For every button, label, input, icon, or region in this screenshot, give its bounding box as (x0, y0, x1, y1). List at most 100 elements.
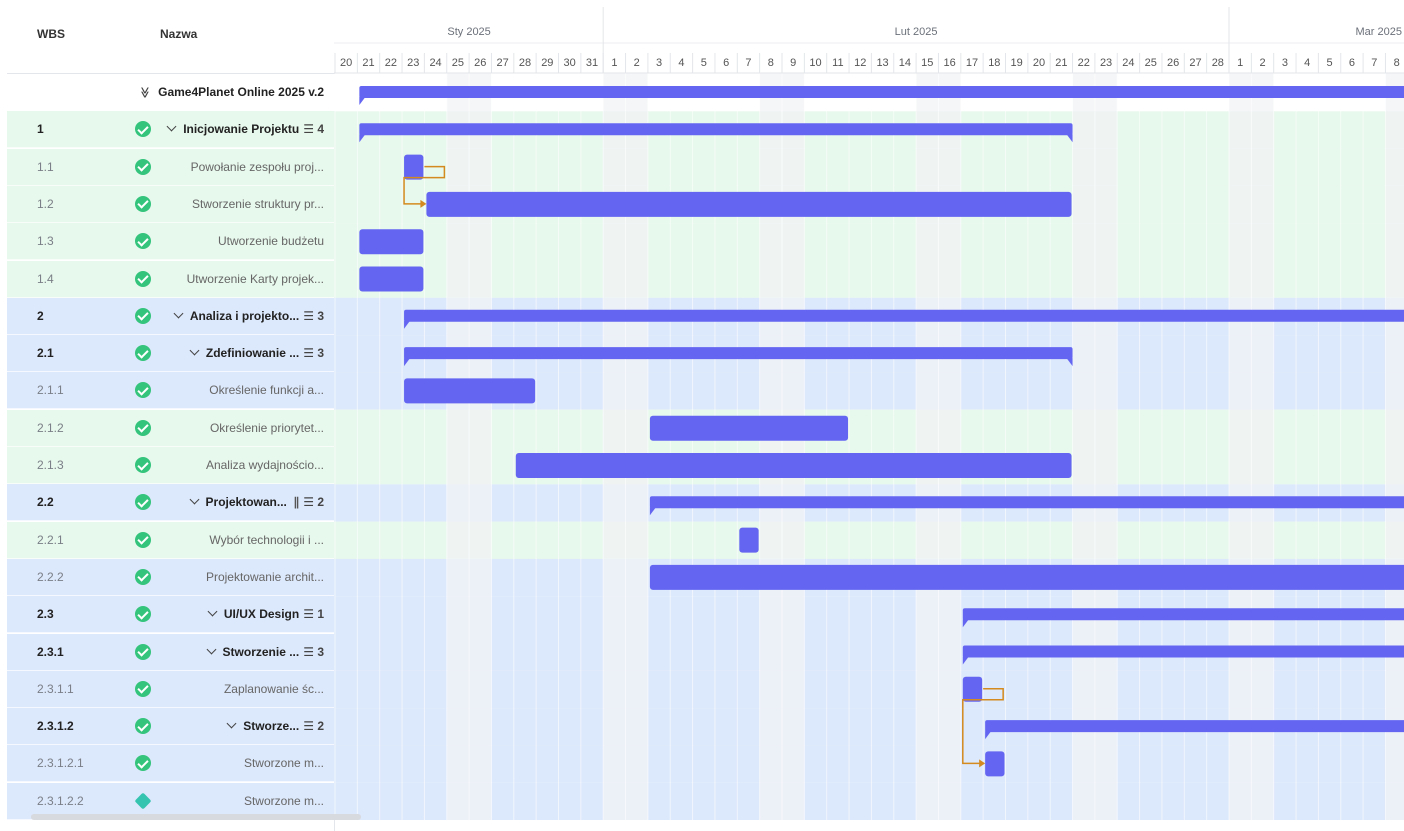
task-name-cell[interactable]: Powołanie zespołu proj... (191, 160, 324, 174)
check-circle-icon[interactable] (135, 158, 151, 175)
summary-bar[interactable] (359, 123, 1073, 136)
task-name-cell[interactable]: Analiza wydajnościo... (206, 458, 324, 472)
task-name-cell[interactable]: Określenie funkcji a... (209, 383, 324, 397)
weekend-column (1251, 73, 1274, 820)
collapse-all-icon[interactable]: ≫ (138, 87, 151, 99)
task-row[interactable]: 1 Inicjowanie Projektu ☰ 4 (7, 111, 334, 149)
task-name-cell[interactable]: Stworze... ☰ 2 (226, 718, 324, 734)
paperclip-icon[interactable]: ∥ (290, 495, 299, 509)
task-name-cell[interactable]: Wybór technologii i ... (209, 533, 324, 547)
check-circle-icon[interactable] (135, 494, 151, 511)
day-label: 8 (1394, 57, 1400, 69)
task-name-cell[interactable]: UI/UX Design ☰ 1 (207, 606, 324, 621)
task-row[interactable]: 1.3 Utworzenie budżetu (7, 223, 334, 261)
wbs-cell: 2.3.1.2.2 (37, 793, 84, 808)
chevron-down-icon[interactable] (189, 345, 200, 356)
summary-bar[interactable] (962, 608, 1404, 621)
chevron-down-icon[interactable] (226, 718, 237, 729)
check-circle-icon[interactable] (135, 382, 151, 399)
task-row[interactable]: 2.1.3 Analiza wydajnościo... (7, 447, 334, 484)
chevron-down-icon[interactable] (173, 308, 184, 319)
task-bar[interactable] (426, 191, 1072, 217)
check-circle-icon[interactable] (135, 307, 151, 324)
task-row[interactable]: 2 Analiza i projekto... ☰ 3 (7, 297, 334, 335)
task-bar[interactable] (739, 527, 759, 553)
task-name-cell[interactable]: Stworzone m... (244, 756, 324, 770)
chevron-down-icon[interactable] (189, 494, 199, 505)
check-circle-icon[interactable] (135, 718, 151, 735)
task-bar[interactable] (359, 266, 424, 292)
check-circle-icon[interactable] (135, 568, 151, 585)
task-name: Stworze... (243, 719, 300, 734)
chevron-down-icon[interactable] (206, 644, 216, 654)
task-row[interactable]: 2.2.2 Projektowanie archit... (7, 558, 334, 596)
check-circle-icon[interactable] (135, 606, 151, 623)
task-bar[interactable] (515, 453, 1072, 478)
task-name-cell[interactable]: Utworzenie budżetu (218, 234, 324, 248)
summary-bar[interactable] (985, 720, 1404, 733)
task-bar[interactable] (404, 378, 536, 404)
task-row[interactable]: 2.1.1 Określenie funkcji a... (7, 372, 334, 410)
task-bar[interactable] (359, 229, 424, 255)
task-row[interactable]: 1.4 Utworzenie Karty projek... (7, 260, 334, 298)
task-name: Projektowanie archit... (205, 569, 324, 584)
summary-bar[interactable] (359, 86, 1404, 98)
name-column-header[interactable]: Nazwa (160, 27, 197, 41)
task-bar[interactable] (985, 751, 1005, 777)
task-name-cell[interactable]: Określenie priorytet... (210, 421, 324, 435)
task-name-cell[interactable]: Projektowanie archit... (206, 570, 324, 584)
summary-bar[interactable] (404, 347, 1073, 360)
task-row[interactable]: 2.3.1.1 Zaplanowanie śc... (7, 670, 334, 708)
day-label: 15 (921, 57, 933, 69)
task-row[interactable]: 1.2 Stworzenie struktury pr... (7, 185, 334, 223)
wbs-column-header[interactable]: WBS (37, 27, 65, 41)
check-circle-icon[interactable] (135, 419, 151, 436)
check-circle-icon[interactable] (135, 755, 151, 772)
task-name-cell[interactable]: Projektowan... ∥ ☰ 2 (189, 494, 324, 509)
task-row[interactable]: 2.1 Zdefiniowanie ... ☰ 3 (7, 335, 334, 373)
day-label: 28 (1212, 57, 1224, 69)
check-circle-icon[interactable] (135, 233, 151, 250)
wbs-cell: 2.1.1 (37, 383, 64, 398)
task-name-cell[interactable]: Inicjowanie Projektu ☰ 4 (166, 121, 324, 136)
project-root-row[interactable]: ≫ Game4Planet Online 2025 v.2 (7, 74, 334, 111)
check-circle-icon[interactable] (135, 643, 151, 660)
check-circle-icon[interactable] (135, 121, 151, 138)
task-row[interactable]: 2.3.1.2.1 Stworzone m... (7, 745, 334, 783)
check-circle-icon[interactable] (135, 345, 151, 362)
diamond-icon[interactable] (134, 792, 152, 810)
task-bar[interactable] (649, 415, 849, 441)
check-circle-icon[interactable] (135, 195, 151, 212)
task-row[interactable]: 2.2.1 Wybór technologii i ... (7, 521, 334, 559)
task-name-cell[interactable]: Analiza i projekto... ☰ 3 (173, 308, 324, 323)
task-name-cell[interactable]: Stworzenie struktury pr... (192, 197, 324, 211)
check-circle-icon[interactable] (135, 531, 151, 548)
task-name-cell[interactable]: Stworzenie ... ☰ 3 (206, 644, 324, 659)
task-bar[interactable] (962, 676, 983, 702)
task-row[interactable]: 2.3.1.2 Stworze... ☰ 2 (7, 708, 334, 746)
task-row[interactable]: 1.1 Powołanie zespołu proj... (7, 148, 334, 186)
check-circle-icon[interactable] (135, 457, 151, 473)
task-name-cell[interactable]: Utworzenie Karty projek... (187, 272, 324, 286)
task-row[interactable]: 2.3 UI/UX Design ☰ 1 (7, 596, 334, 634)
task-name-cell[interactable]: Zaplanowanie śc... (224, 682, 324, 696)
task-row[interactable]: 2.1.2 Określenie priorytet... (7, 409, 334, 447)
chevron-down-icon[interactable] (207, 606, 218, 617)
horizontal-scrollbar[interactable] (31, 814, 361, 820)
task-row[interactable]: 2.2 Projektowan... ∥ ☰ 2 (7, 484, 334, 522)
task-name-cell[interactable]: Stworzone m... (244, 794, 324, 808)
check-circle-icon[interactable] (135, 680, 151, 697)
task-name-cell[interactable]: ≫ Game4Planet Online 2025 v.2 (138, 85, 324, 99)
summary-bar[interactable] (649, 496, 1404, 509)
day-label: 4 (1304, 57, 1310, 69)
summary-bar[interactable] (962, 645, 1404, 658)
task-bar[interactable] (649, 564, 1404, 590)
wbs-cell: 2 (37, 308, 44, 323)
chevron-down-icon[interactable] (166, 121, 177, 132)
check-circle-icon[interactable] (135, 270, 151, 287)
task-bar[interactable] (404, 154, 424, 180)
task-name-cell[interactable]: Zdefiniowanie ... ☰ 3 (189, 345, 324, 360)
task-row[interactable]: 2.3.1 Stworzenie ... ☰ 3 (7, 633, 334, 671)
weekend-column (1072, 73, 1095, 820)
summary-bar[interactable] (404, 309, 1404, 322)
